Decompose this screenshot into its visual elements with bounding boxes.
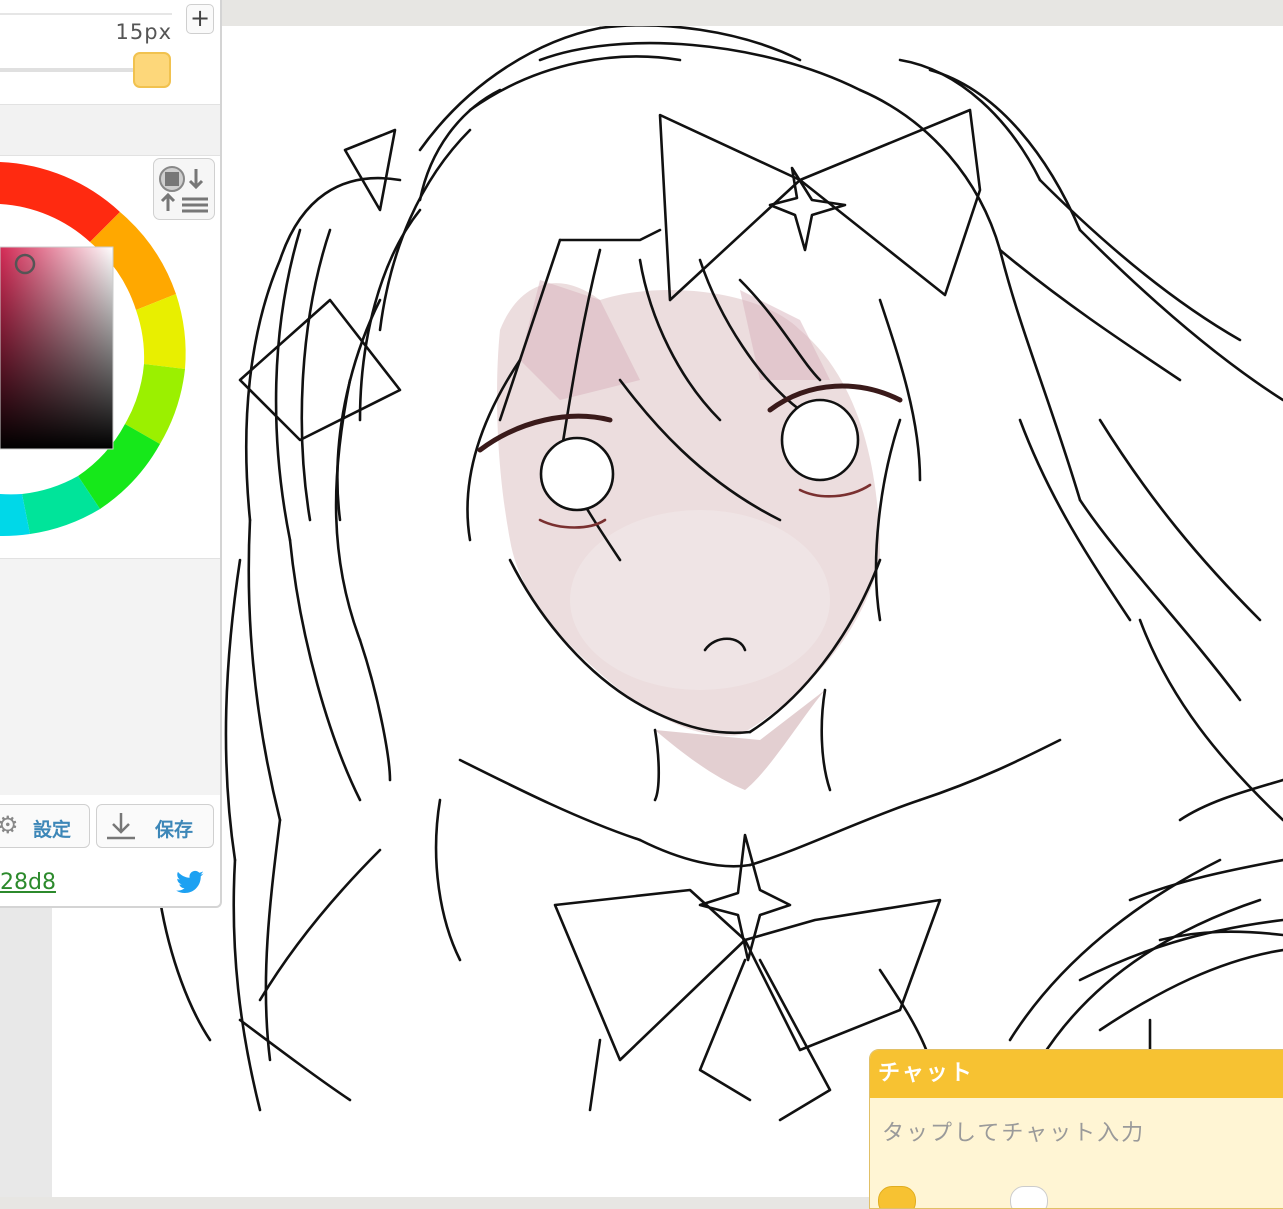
chat-tab-2[interactable] xyxy=(1010,1186,1048,1208)
brush-size-label: 15px xyxy=(115,20,172,44)
chat-title: チャット xyxy=(870,1050,1283,1098)
tool-panel: 15px + ⚙ 設定 保存 28d8 xyxy=(0,0,222,908)
increase-size-button[interactable]: + xyxy=(186,4,214,34)
palette-band xyxy=(0,104,220,156)
saturation-value-square[interactable] xyxy=(0,246,114,450)
settings-label: 設定 xyxy=(33,819,72,841)
download-icon xyxy=(107,813,135,840)
color-mode-button[interactable] xyxy=(153,158,215,220)
chat-tab-1[interactable] xyxy=(878,1186,916,1208)
slider-divider xyxy=(0,13,172,15)
brush-size-slider[interactable] xyxy=(0,68,140,72)
room-code-link[interactable]: 28d8 xyxy=(0,870,56,895)
chat-panel: チャット xyxy=(869,1049,1283,1209)
brush-size-slider-thumb[interactable] xyxy=(133,52,171,88)
save-label: 保存 xyxy=(155,819,194,841)
chat-input[interactable] xyxy=(870,1098,1283,1168)
color-mode-icon xyxy=(159,166,208,213)
gear-icon: ⚙ xyxy=(0,811,19,839)
plus-icon: + xyxy=(189,4,211,32)
layer-area xyxy=(0,558,220,795)
settings-button[interactable]: ⚙ 設定 xyxy=(0,804,90,848)
save-button[interactable]: 保存 xyxy=(96,804,214,848)
twitter-icon[interactable] xyxy=(175,870,205,896)
